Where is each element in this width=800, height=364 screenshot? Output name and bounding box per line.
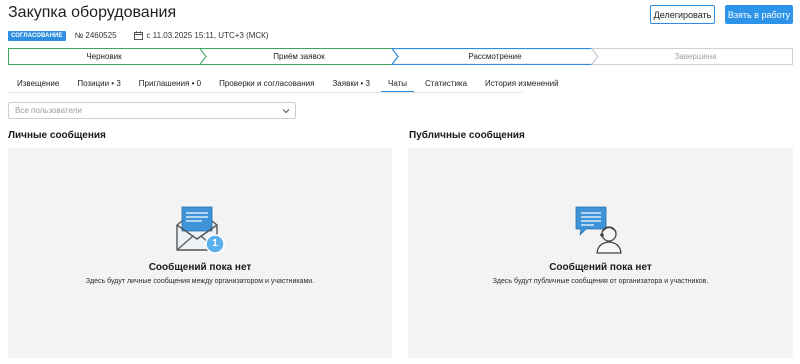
- user-filter-select[interactable]: Все пользователи: [8, 102, 296, 119]
- step-applications: Приём заявок: [273, 52, 325, 61]
- tabs-divider: [8, 92, 523, 93]
- tab-bar: Извещение Позиции • 3 Приглашения • 0 Пр…: [8, 73, 568, 93]
- take-to-work-button[interactable]: Взять в работу: [725, 5, 793, 24]
- calendar-icon: [133, 31, 143, 40]
- private-messages-title: Личные сообщения: [8, 130, 106, 141]
- stage-stepper: Черновик Приём заявок Рассмотрение Завер…: [8, 48, 793, 65]
- page-title: Закупка оборудования: [8, 4, 177, 21]
- public-messages-panel: Сообщений пока нет Здесь будут публичные…: [408, 148, 793, 358]
- private-empty-title: Сообщений пока нет: [148, 262, 252, 273]
- public-empty-title: Сообщений пока нет: [549, 262, 652, 273]
- step-draft: Черновик: [86, 52, 122, 61]
- tab-applications[interactable]: Заявки • 3: [323, 73, 379, 93]
- chat-person-icon: [575, 206, 622, 254]
- procurement-number: № 2460525: [74, 31, 117, 40]
- tab-positions[interactable]: Позиции • 3: [68, 73, 129, 93]
- start-date: с 11.03.2025 15:11, UTC+3 (МСК): [146, 31, 269, 40]
- tab-approvals[interactable]: Проверки и согласования: [210, 73, 323, 93]
- private-messages-panel: 1 Сообщений пока нет Здесь будут личные …: [8, 148, 392, 358]
- tab-history[interactable]: История изменений: [476, 73, 568, 93]
- unread-count-badge: 1: [212, 238, 218, 249]
- public-empty-text: Здесь будут публичные сообщения от орган…: [492, 278, 709, 285]
- tab-statistics[interactable]: Статистика: [416, 73, 476, 93]
- public-messages-title: Публичные сообщения: [409, 130, 525, 141]
- tab-invitations[interactable]: Приглашения • 0: [130, 73, 210, 93]
- user-filter-value: Все пользователи: [15, 106, 82, 115]
- private-empty-text: Здесь будут личные сообщения между орган…: [85, 278, 315, 285]
- delegate-button[interactable]: Делегировать: [650, 5, 715, 24]
- step-review: Рассмотрение: [468, 52, 522, 61]
- chevron-down-icon: [282, 109, 290, 114]
- status-badge: СОГЛАСОВАНИЕ: [8, 30, 66, 41]
- procurement-meta: СОГЛАСОВАНИЕ № 2460525 с 11.03.2025 15:1…: [8, 30, 269, 41]
- tab-chats[interactable]: Чаты: [379, 73, 416, 93]
- tab-notice[interactable]: Извещение: [8, 73, 68, 93]
- step-completed: Завершена: [674, 52, 717, 61]
